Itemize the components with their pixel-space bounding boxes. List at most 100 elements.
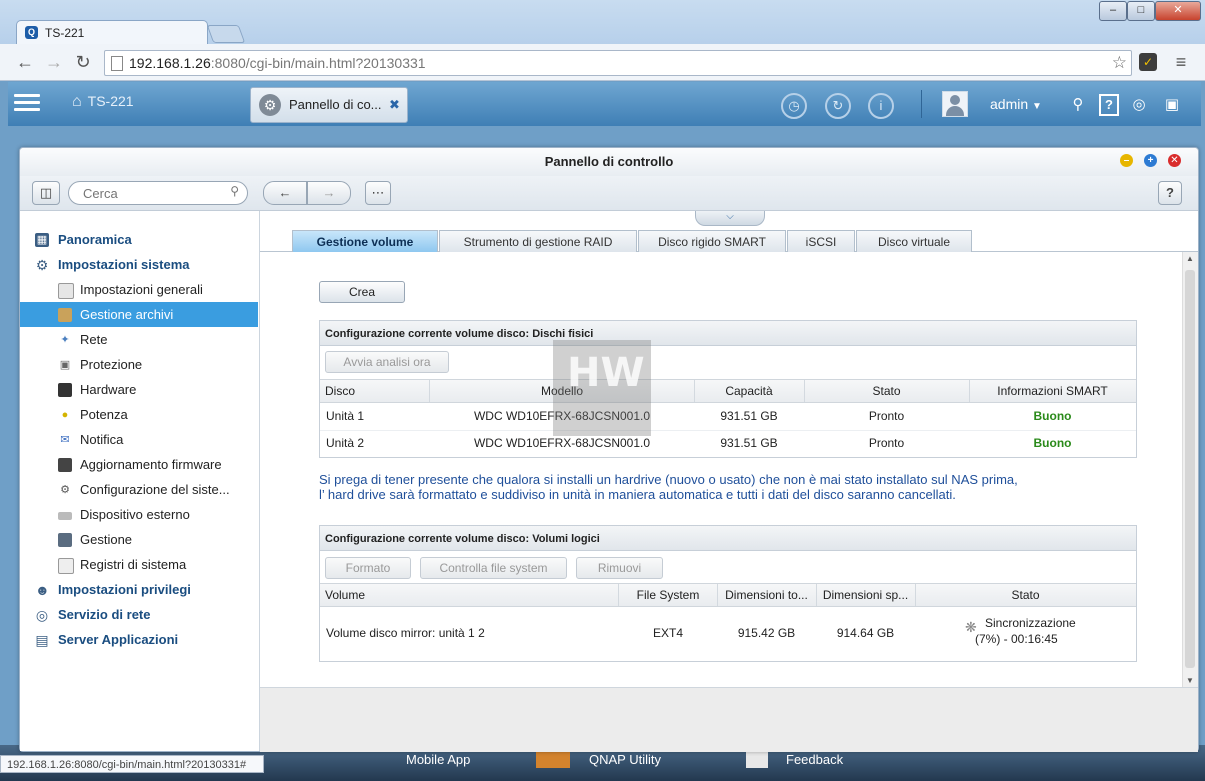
sidebar-item-server-applicazioni[interactable]: ▤ Server Applicazioni <box>20 627 258 652</box>
user-menu[interactable]: admin ▼ <box>990 96 1042 112</box>
sidebar-item-impostazioni-privilegi[interactable]: ☻ Impostazioni privilegi <box>20 577 258 602</box>
format-button[interactable]: Formato <box>325 557 411 579</box>
column-header-total-size[interactable]: Dimensioni to... <box>717 584 817 606</box>
sidebar: ▦ Panoramica ⚙ Impostazioni sistema Impost… <box>20 211 260 751</box>
tab-disco-smart[interactable]: Disco rigido SMART <box>638 230 786 253</box>
sidebar-item-configurazione-sistema[interactable]: ⚙ Configurazione del siste... <box>20 477 258 502</box>
tab-disco-virtuale[interactable]: Disco virtuale <box>856 230 972 253</box>
browser-menu-icon[interactable]: ≡ <box>1170 52 1192 73</box>
bookmark-star-icon[interactable]: ☆ <box>1112 51 1127 75</box>
disk-smart-status[interactable]: Buono <box>969 403 1136 430</box>
forward-arrow-icon[interactable]: → <box>43 52 65 73</box>
sidebar-item-rete[interactable]: ✦ Rete <box>20 327 258 352</box>
maximize-icon[interactable]: + <box>1144 154 1157 167</box>
sidebar-item-hardware[interactable]: Hardware <box>20 377 258 402</box>
help-icon[interactable]: ? <box>1099 94 1119 116</box>
gear-icon: ⚙ <box>35 257 49 273</box>
disk-smart-status[interactable]: Buono <box>969 430 1136 457</box>
search-input[interactable] <box>81 185 225 202</box>
table-row[interactable]: Volume disco mirror: unità 1 2 EXT4 915.… <box>320 607 1136 659</box>
sidebar-item-protezione[interactable]: ▣ Protezione <box>20 352 258 377</box>
extension-icon[interactable]: ✓ <box>1139 53 1157 71</box>
main-menu-icon[interactable] <box>14 94 40 114</box>
physical-disks-panel: Configurazione corrente volume disco: Di… <box>319 320 1137 458</box>
home-icon: ⌂ <box>72 93 82 110</box>
sidebar-item-servizio-di-rete[interactable]: ◎ Servizio di rete <box>20 602 258 627</box>
column-header-free-size[interactable]: Dimensioni sp... <box>816 584 916 606</box>
tab-iscsi[interactable]: iSCSI <box>787 230 855 253</box>
sidebar-item-aggiornamento-firmware[interactable]: Aggiornamento firmware <box>20 452 258 477</box>
collapse-chevron-icon[interactable]: ⌵ <box>695 211 765 226</box>
sidebar-item-gestione-archivi[interactable]: Gestione archivi <box>20 302 258 327</box>
window-footer <box>260 687 1198 752</box>
search-field[interactable]: ⚲ <box>68 181 248 205</box>
maximize-window-button[interactable]: □ <box>1127 1 1155 21</box>
language-globe-icon[interactable]: ◎ <box>1129 95 1149 113</box>
taskbar-mobile-app[interactable]: Mobile App <box>406 752 470 767</box>
sidebar-item-potenza[interactable]: ● Potenza <box>20 402 258 427</box>
close-window-button[interactable]: ✕ <box>1155 1 1201 21</box>
apps-grid-icon[interactable]: ⋯ <box>365 181 391 205</box>
desktop-preferences-icon[interactable]: ▣ <box>1162 95 1182 113</box>
scan-now-button[interactable]: Avvia analisi ora <box>325 351 449 373</box>
avatar[interactable] <box>942 91 968 117</box>
hardware-icon <box>58 383 72 397</box>
new-tab-button[interactable] <box>206 25 246 43</box>
sidebar-item-dispositivo-esterno[interactable]: Dispositivo esterno <box>20 502 258 527</box>
column-header-stato[interactable]: Stato <box>804 380 970 402</box>
scroll-up-icon[interactable]: ▲ <box>1186 254 1194 263</box>
reload-icon[interactable]: ↻ <box>72 52 94 73</box>
back-button[interactable]: ← <box>263 181 307 205</box>
toggle-sidebar-icon[interactable]: ◫ <box>32 181 60 205</box>
scrollbar-thumb[interactable] <box>1185 270 1195 668</box>
back-arrow-icon[interactable]: ← <box>14 52 36 73</box>
search-icon: ⚲ <box>230 184 239 198</box>
sidebar-item-impostazioni-sistema[interactable]: ⚙ Impostazioni sistema <box>20 252 258 277</box>
lightbulb-icon: ● <box>61 409 69 421</box>
taskbar-feedback[interactable]: Feedback <box>786 752 843 767</box>
configuration-gear-icon: ⚙ <box>60 484 70 496</box>
close-icon[interactable]: ✕ <box>1168 154 1181 167</box>
remove-button[interactable]: Rimuovi <box>576 557 663 579</box>
sidebar-item-registri-sistema[interactable]: Registri di sistema <box>20 552 258 577</box>
column-header-smart[interactable]: Informazioni SMART <box>969 380 1136 402</box>
content-scrollbar[interactable]: ▲ ▼ <box>1182 252 1198 687</box>
help-button[interactable]: ? <box>1158 181 1182 205</box>
home-link[interactable]: ⌂ TS-221 <box>72 93 134 111</box>
taskbar-qnap-utility[interactable]: QNAP Utility <box>589 752 661 767</box>
forward-button[interactable]: → <box>307 181 351 205</box>
column-header-stato[interactable]: Stato <box>915 584 1136 606</box>
sidebar-item-panoramica[interactable]: ▦ Panoramica <box>20 227 258 252</box>
check-file-system-button[interactable]: Controlla file system <box>420 557 567 579</box>
browser-status-bar: 192.168.1.26:8080/cgi-bin/main.html?2013… <box>0 755 264 773</box>
close-tab-icon[interactable]: ✖ <box>389 88 400 122</box>
volume-free-size: 914.64 GB <box>836 626 895 640</box>
notification-icon: ✉ <box>60 434 70 446</box>
scroll-down-icon[interactable]: ▼ <box>1186 676 1194 685</box>
column-header-volume[interactable]: Volume <box>320 584 619 606</box>
column-header-capacita[interactable]: Capacità <box>694 380 805 402</box>
background-task-icon[interactable]: ◷ <box>781 93 807 119</box>
address-bar[interactable]: 192.168.1.26:8080/cgi-bin/main.html?2013… <box>104 50 1132 76</box>
column-header-file-system[interactable]: File System <box>619 584 718 606</box>
minimize-icon[interactable]: – <box>1120 154 1133 167</box>
info-icon[interactable]: i <box>868 93 894 119</box>
log-icon <box>58 558 74 574</box>
volume-name: Volume disco mirror: unità 1 2 <box>326 626 485 640</box>
column-header-disco[interactable]: Disco <box>320 380 430 402</box>
sync-icon[interactable]: ↻ <box>825 93 851 119</box>
network-service-globe-icon: ◎ <box>35 607 49 623</box>
search-icon[interactable]: ⚲ <box>1068 95 1088 113</box>
control-panel-taskbar-tab[interactable]: ⚙ Pannello di co... ✖ <box>250 87 408 123</box>
firmware-icon <box>58 458 72 472</box>
browser-tab[interactable]: Q TS-221 <box>16 20 208 45</box>
sidebar-item-gestione[interactable]: Gestione <box>20 527 258 552</box>
tab-gestione-volume[interactable]: Gestione volume <box>292 230 438 253</box>
minimize-window-button[interactable]: – <box>1099 1 1127 21</box>
tab-strumento-raid[interactable]: Strumento di gestione RAID <box>439 230 637 253</box>
table-row[interactable]: Unità 1 WDC WD10EFRX-68JCSN001.0 931.51 … <box>320 403 1136 431</box>
table-row[interactable]: Unità 2 WDC WD10EFRX-68JCSN001.0 931.51 … <box>320 430 1136 457</box>
sidebar-item-notifica[interactable]: ✉ Notifica <box>20 427 258 452</box>
sidebar-item-impostazioni-generali[interactable]: Impostazioni generali <box>20 277 258 302</box>
create-button[interactable]: Crea <box>319 281 405 303</box>
